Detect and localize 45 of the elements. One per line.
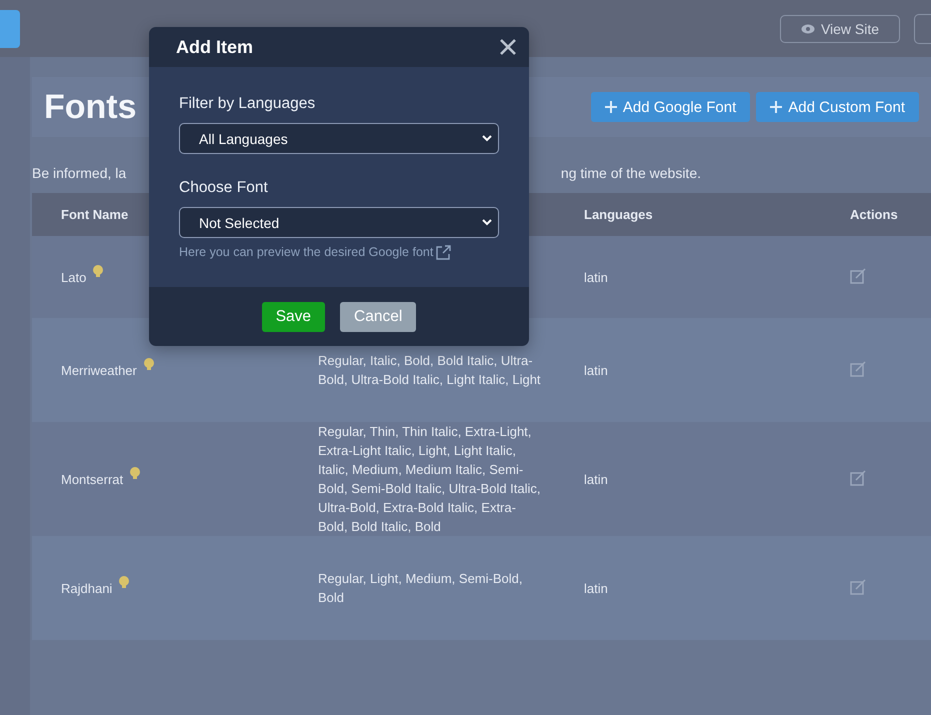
notice-text: Be informed, la <box>32 165 126 181</box>
notice-text: ng time of the website. <box>560 165 701 181</box>
add-font-button[interactable]: Add Google Font <box>590 92 750 122</box>
plus-icon <box>770 101 782 113</box>
font-name: Rajdhani <box>61 580 112 596</box>
font-languages: latin <box>584 270 608 284</box>
eye-icon <box>800 24 815 34</box>
edit-icon[interactable] <box>850 470 866 486</box>
font-languages: latin <box>584 580 608 596</box>
close-icon[interactable] <box>500 39 516 55</box>
caret-icon <box>482 135 492 142</box>
plus-icon <box>604 101 617 113</box>
column-header: Font Name <box>61 207 128 222</box>
bulb-icon <box>129 466 142 480</box>
cancel-button[interactable]: Cancel <box>340 302 416 332</box>
font-styles: Regular, Thin, Thin Italic, Extra-Light, Extra-Light Italic, Light, Light Italic, Italic, Medium, Medium Italic, Semi-Bold, Semi-Bold Italic, Ultra-Bold Italic, Ultra-Bold, Extra-Bold Italic, Extra-Bold, Bold Italic, Bold <box>318 424 541 534</box>
select-field[interactable]: Not Selected <box>179 207 499 238</box>
font-name: Montserrat <box>61 472 124 486</box>
bulb-icon <box>92 264 104 278</box>
edit-icon[interactable] <box>850 360 866 376</box>
font-name: Lato <box>61 270 86 284</box>
font-languages: latin <box>584 472 608 486</box>
column-header: Languages <box>584 207 653 222</box>
field-label: Filter by Languages <box>179 95 316 113</box>
external-link-icon[interactable] <box>435 245 452 261</box>
view-site-button[interactable]: View Site <box>780 14 900 42</box>
dialog-title: Add Item <box>176 36 254 58</box>
font-name: Merriweather <box>61 362 137 378</box>
page-title: Fonts <box>44 88 137 126</box>
edit-icon[interactable] <box>850 578 866 594</box>
hint-text: Here you can preview the desired Google font <box>179 245 434 259</box>
field-label: Choose Font <box>179 179 269 197</box>
add-font-button[interactable]: Add Custom Font <box>756 92 919 122</box>
caret-icon <box>482 219 492 226</box>
column-header: Actions <box>850 207 898 222</box>
bulb-icon <box>142 356 155 370</box>
edit-icon[interactable] <box>850 268 866 284</box>
sidebar-toggle-button[interactable] <box>0 10 20 48</box>
toolbar-button[interactable] <box>914 14 931 44</box>
font-styles: Regular, Light, Medium, Semi-Bold, Bold <box>318 571 522 605</box>
font-styles: Regular, Italic, Bold, Bold Italic, Ultra-Bold, Ultra-Bold Italic, Light Italic, Light <box>318 353 541 387</box>
select-field[interactable]: All Languages <box>179 123 499 154</box>
font-languages: latin <box>584 362 608 378</box>
save-button[interactable]: Save <box>262 302 326 332</box>
bulb-icon <box>118 574 130 588</box>
